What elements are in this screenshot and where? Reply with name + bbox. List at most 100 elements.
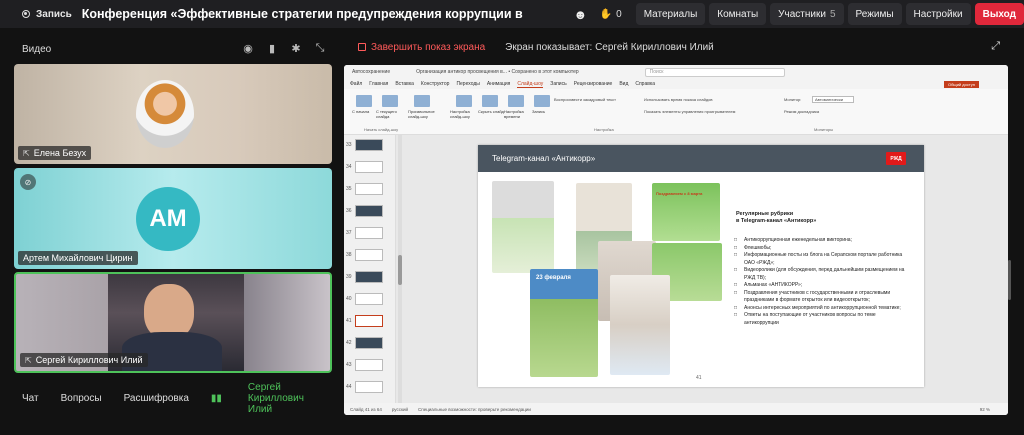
stop-share-button[interactable]: Завершить показ экрана: [358, 42, 485, 53]
accessibility-status[interactable]: Специальные возможности: проверьте реком…: [418, 407, 531, 412]
rubrics-title-line2: в Telegram-канал «Антикорр»: [736, 218, 817, 225]
participants-button[interactable]: Участники 5: [770, 3, 844, 25]
setup-label: Настройка слайд-шоу: [450, 109, 470, 119]
slide-thumbnail[interactable]: 43: [346, 359, 383, 371]
setup-icon[interactable]: [456, 95, 472, 107]
card-text: Поздравляем с 8 марта: [656, 191, 703, 196]
hide-slide-icon[interactable]: [482, 95, 498, 107]
active-speaker-indicator: ▮▮ Сергей Кириллович Илий: [211, 382, 326, 415]
collapse-icon[interactable]: ⤡: [314, 42, 326, 55]
menu-item[interactable]: Слайд-шоу: [517, 81, 544, 88]
monitor-select[interactable]: Автоматически: [812, 96, 854, 103]
slide-thumbnail[interactable]: 35: [346, 183, 383, 195]
slide-thumbnail[interactable]: 42: [346, 337, 383, 349]
gear-icon[interactable]: ✱: [290, 42, 302, 55]
screen-icon: ⇱: [23, 148, 30, 158]
slide-thumbnail-preview: [354, 161, 383, 173]
menu-item[interactable]: Анимация: [487, 81, 510, 87]
video-panel-header: Видео ◉ ▮ ✱ ⤡: [14, 36, 332, 62]
group-monitors-label: Мониторы: [814, 127, 834, 132]
custom-show-icon[interactable]: [414, 95, 430, 107]
slide-thumbnail[interactable]: 38: [346, 249, 383, 261]
slide-header: Telegram-канал «Антикорр» РЖД: [478, 145, 924, 172]
presenter-view-checkbox[interactable]: Режим докладчика: [784, 109, 819, 114]
telegram-post-image: Поздравляем с 8 марта: [652, 183, 720, 241]
timings-checkbox[interactable]: Использовать время показа слайдов: [644, 97, 713, 102]
slide-thumbnail[interactable]: 44: [346, 381, 383, 393]
language-indicator[interactable]: русский: [392, 407, 408, 412]
slide-thumbnail-number: 43: [346, 362, 352, 368]
menu-item[interactable]: Рецензирование: [574, 81, 613, 87]
fullscreen-icon[interactable]: ⤢: [991, 40, 1000, 53]
menu-item[interactable]: Файл: [350, 81, 362, 87]
slide-thumbnail-number: 38: [346, 252, 352, 258]
slide-number: 41: [696, 375, 702, 381]
tab-questions[interactable]: Вопросы: [61, 393, 102, 404]
slide-thumbnail-preview: [354, 139, 383, 151]
thumbnail-scrollbar[interactable]: [398, 135, 402, 403]
from-current-icon[interactable]: [382, 95, 398, 107]
slide-thumbnails: 33 34 35 36 37 38 39 40 41 42 43 44: [344, 135, 396, 403]
raise-hand-button[interactable]: ✋ 0: [600, 9, 622, 20]
stop-icon: [358, 43, 366, 51]
rehearse-icon[interactable]: [508, 95, 524, 107]
group-setup-label: Настройка: [594, 127, 614, 132]
menu-item[interactable]: Конструктор: [421, 81, 450, 87]
from-start-icon[interactable]: [356, 95, 372, 107]
rubric-item: Флешмобы;: [734, 245, 910, 253]
hand-icon: ✋: [599, 8, 613, 20]
custom-show-label: Произвольное слайд-шоу: [408, 109, 435, 119]
top-bar: Запись Конференция «Эффективные стратеги…: [0, 0, 1024, 28]
participant-name: Сергей Кириллович Илий: [35, 355, 143, 365]
menu-item[interactable]: Главная: [369, 81, 388, 87]
video-tile-active-speaker[interactable]: ⇱ Сергей Кириллович Илий: [14, 272, 332, 373]
modes-button[interactable]: Режимы: [847, 3, 902, 25]
record-slide-label: Запись: [532, 109, 546, 114]
slide-thumbnail-preview: [354, 381, 383, 393]
tab-transcript[interactable]: Расшифровка: [124, 393, 189, 404]
record-button[interactable]: Запись: [22, 9, 72, 20]
search-input[interactable]: Поиск: [644, 67, 785, 77]
emoji-reaction-icon[interactable]: ☻: [571, 3, 590, 25]
slide-thumbnail[interactable]: 39: [346, 271, 383, 283]
menu-item[interactable]: Запись: [550, 81, 566, 87]
current-slide[interactable]: Telegram-канал «Антикорр» РЖД Поздравляе…: [478, 145, 924, 387]
camera-icon[interactable]: ◉: [242, 42, 254, 55]
tab-chat[interactable]: Чат: [22, 393, 39, 404]
materials-button[interactable]: Материалы: [635, 3, 706, 25]
menu-item[interactable]: Вид: [619, 81, 628, 87]
slide-thumbnail[interactable]: 36: [346, 205, 383, 217]
media-controls-checkbox[interactable]: Показать элементы управления проигрывате…: [644, 109, 735, 114]
participant-name: Елена Безух: [33, 148, 87, 158]
autosave-label: Автосохранение: [352, 69, 391, 75]
rooms-label: Комнаты: [717, 8, 759, 20]
slide-thumbnail[interactable]: 40: [346, 293, 383, 305]
video-tile[interactable]: ⊘ АМ Артем Михайлович Цирин: [14, 168, 332, 269]
zoom-level[interactable]: 92 %: [980, 407, 990, 412]
video-tile[interactable]: ⇱ Елена Безух: [14, 64, 332, 164]
slide-thumbnail-preview: [354, 359, 383, 371]
rooms-button[interactable]: Комнаты: [709, 3, 767, 25]
microphone-icon[interactable]: ▮: [266, 42, 278, 55]
slide-thumbnail[interactable]: 41: [346, 315, 383, 327]
menu-item[interactable]: Вставка: [395, 81, 414, 87]
narration-checkbox[interactable]: Воспроизвести закадровый текст: [554, 97, 616, 102]
conference-app: Запись Конференция «Эффективные стратеги…: [0, 0, 1024, 435]
slide-thumbnail[interactable]: 37: [346, 227, 383, 239]
screen-shared-by: Экран показывает: Сергей Кириллович Илий: [505, 41, 714, 53]
active-speaker-name: Сергей Кириллович Илий: [247, 381, 304, 415]
menu-item[interactable]: Справка: [635, 81, 655, 87]
page-scrollbar[interactable]: [1008, 260, 1011, 300]
modes-label: Режимы: [855, 8, 894, 20]
powerpoint-menu: Файл Главная Вставка Конструктор Переходы Ани…: [344, 79, 1008, 89]
menu-item[interactable]: Переходы: [456, 81, 479, 87]
powerpoint-ribbon: С начала С текущего слайда Произвольное …: [344, 81, 1008, 135]
share-button[interactable]: Общий доступ: [944, 81, 979, 88]
record-slide-icon[interactable]: [534, 95, 550, 107]
slide-thumbnail[interactable]: 33: [346, 139, 383, 151]
slide-thumbnail-number: 39: [346, 274, 352, 280]
slide-thumbnail-number: 36: [346, 208, 352, 214]
exit-button[interactable]: Выход: [974, 3, 1024, 25]
slide-thumbnail[interactable]: 34: [346, 161, 383, 173]
settings-button[interactable]: Настройки: [905, 3, 971, 25]
